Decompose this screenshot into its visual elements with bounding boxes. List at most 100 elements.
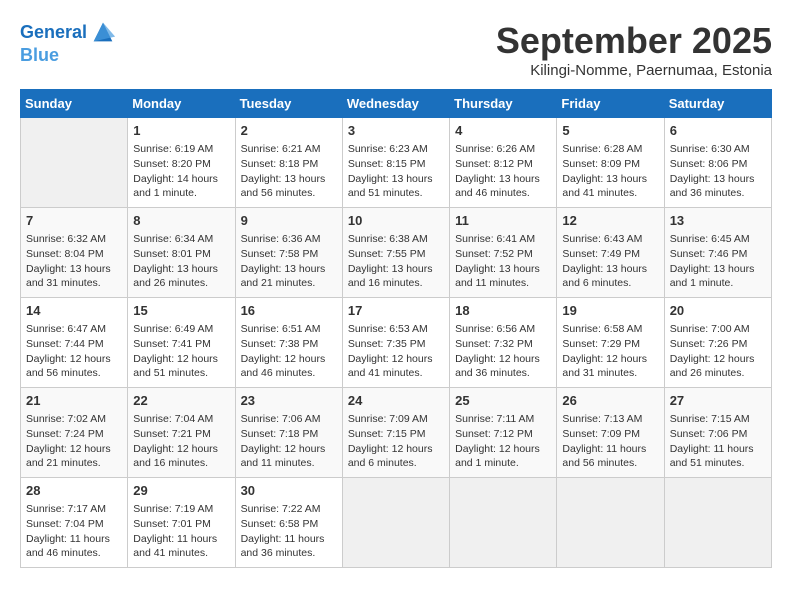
- calendar-cell: 18 Sunrise: 6:56 AM Sunset: 7:32 PM Dayli…: [450, 298, 557, 388]
- day-number: 23: [241, 392, 337, 410]
- day-number: 29: [133, 482, 229, 500]
- logo-text: General Blue: [20, 20, 117, 66]
- logo: General Blue: [20, 20, 117, 66]
- day-info: Sunrise: 7:02 AM Sunset: 7:24 PM Dayligh…: [26, 412, 122, 471]
- day-info: Sunrise: 6:51 AM Sunset: 7:38 PM Dayligh…: [241, 322, 337, 381]
- day-info: Sunrise: 7:09 AM Sunset: 7:15 PM Dayligh…: [348, 412, 444, 471]
- day-number: 16: [241, 302, 337, 320]
- week-row-1: 1 Sunrise: 6:19 AM Sunset: 8:20 PM Daylig…: [21, 118, 772, 208]
- calendar-cell: [664, 478, 771, 568]
- calendar-cell: 20 Sunrise: 7:00 AM Sunset: 7:26 PM Dayli…: [664, 298, 771, 388]
- day-info: Sunrise: 7:00 AM Sunset: 7:26 PM Dayligh…: [670, 322, 766, 381]
- calendar-cell: 26Sunrise: 7:13 AM Sunset: 7:09 PM Dayli…: [557, 388, 664, 478]
- day-number: 8: [133, 212, 229, 230]
- day-info: Sunrise: 7:13 AM Sunset: 7:09 PM Dayligh…: [562, 412, 658, 471]
- calendar-cell: 5 Sunrise: 6:28 AM Sunset: 8:09 PM Daylig…: [557, 118, 664, 208]
- calendar-cell: 27 Sunrise: 7:15 AM Sunset: 7:06 PM Dayli…: [664, 388, 771, 478]
- day-info: Sunrise: 6:34 AM Sunset: 8:01 PM Dayligh…: [133, 232, 229, 291]
- day-number: 3: [348, 122, 444, 140]
- week-row-4: 21 Sunrise: 7:02 AM Sunset: 7:24 PM Dayli…: [21, 388, 772, 478]
- header-day-sunday: Sunday: [21, 90, 128, 118]
- day-number: 27: [670, 392, 766, 410]
- calendar-cell: [342, 478, 449, 568]
- day-info: Sunrise: 7:06 AM Sunset: 7:18 PM Dayligh…: [241, 412, 337, 471]
- day-info: Sunrise: 6:30 AM Sunset: 8:06 PM Dayligh…: [670, 142, 766, 201]
- day-number: 21: [26, 392, 122, 410]
- calendar-cell: 9Sunrise: 6:36 AM Sunset: 7:58 PM Daylig…: [235, 208, 342, 298]
- day-number: 2: [241, 122, 337, 140]
- day-info: Sunrise: 7:15 AM Sunset: 7:06 PM Dayligh…: [670, 412, 766, 471]
- day-number: 18: [455, 302, 551, 320]
- day-info: Sunrise: 7:11 AM Sunset: 7:12 PM Dayligh…: [455, 412, 551, 471]
- day-number: 1: [133, 122, 229, 140]
- calendar-cell: 6Sunrise: 6:30 AM Sunset: 8:06 PM Daylig…: [664, 118, 771, 208]
- day-info: Sunrise: 6:26 AM Sunset: 8:12 PM Dayligh…: [455, 142, 551, 201]
- day-info: Sunrise: 6:43 AM Sunset: 7:49 PM Dayligh…: [562, 232, 658, 291]
- day-number: 15: [133, 302, 229, 320]
- day-info: Sunrise: 6:36 AM Sunset: 7:58 PM Dayligh…: [241, 232, 337, 291]
- day-number: 10: [348, 212, 444, 230]
- page-header: General Blue September 2025 Kilingi-Nomm…: [20, 20, 772, 79]
- day-info: Sunrise: 7:17 AM Sunset: 7:04 PM Dayligh…: [26, 502, 122, 561]
- calendar-cell: 15 Sunrise: 6:49 AM Sunset: 7:41 PM Dayli…: [128, 298, 235, 388]
- day-info: Sunrise: 6:41 AM Sunset: 7:52 PM Dayligh…: [455, 232, 551, 291]
- day-number: 19: [562, 302, 658, 320]
- day-info: Sunrise: 7:19 AM Sunset: 7:01 PM Dayligh…: [133, 502, 229, 561]
- calendar-table: SundayMondayTuesdayWednesdayThursdayFrid…: [20, 89, 772, 568]
- calendar-cell: 11 Sunrise: 6:41 AM Sunset: 7:52 PM Dayli…: [450, 208, 557, 298]
- day-number: 7: [26, 212, 122, 230]
- calendar-cell: 28 Sunrise: 7:17 AM Sunset: 7:04 PM Dayli…: [21, 478, 128, 568]
- calendar-cell: 2 Sunrise: 6:21 AM Sunset: 8:18 PM Daylig…: [235, 118, 342, 208]
- header-day-thursday: Thursday: [450, 90, 557, 118]
- location: Kilingi-Nomme, Paernumaa, Estonia: [496, 62, 772, 79]
- day-info: Sunrise: 6:32 AM Sunset: 8:04 PM Dayligh…: [26, 232, 122, 291]
- header-day-monday: Monday: [128, 90, 235, 118]
- calendar-cell: 25Sunrise: 7:11 AM Sunset: 7:12 PM Dayli…: [450, 388, 557, 478]
- day-info: Sunrise: 6:23 AM Sunset: 8:15 PM Dayligh…: [348, 142, 444, 201]
- calendar-cell: [21, 118, 128, 208]
- day-info: Sunrise: 6:49 AM Sunset: 7:41 PM Dayligh…: [133, 322, 229, 381]
- calendar-cell: 17 Sunrise: 6:53 AM Sunset: 7:35 PM Dayli…: [342, 298, 449, 388]
- header-row: SundayMondayTuesdayWednesdayThursdayFrid…: [21, 90, 772, 118]
- day-number: 11: [455, 212, 551, 230]
- day-number: 28: [26, 482, 122, 500]
- header-day-wednesday: Wednesday: [342, 90, 449, 118]
- calendar-cell: 7 Sunrise: 6:32 AM Sunset: 8:04 PM Daylig…: [21, 208, 128, 298]
- day-number: 14: [26, 302, 122, 320]
- day-info: Sunrise: 6:47 AM Sunset: 7:44 PM Dayligh…: [26, 322, 122, 381]
- day-info: Sunrise: 6:19 AM Sunset: 8:20 PM Dayligh…: [133, 142, 229, 201]
- day-number: 22: [133, 392, 229, 410]
- day-info: Sunrise: 6:21 AM Sunset: 8:18 PM Dayligh…: [241, 142, 337, 201]
- day-number: 30: [241, 482, 337, 500]
- day-number: 5: [562, 122, 658, 140]
- calendar-cell: 22Sunrise: 7:04 AM Sunset: 7:21 PM Dayli…: [128, 388, 235, 478]
- title-block: September 2025 Kilingi-Nomme, Paernumaa,…: [496, 20, 772, 79]
- day-info: Sunrise: 6:53 AM Sunset: 7:35 PM Dayligh…: [348, 322, 444, 381]
- calendar-cell: [450, 478, 557, 568]
- calendar-cell: 23 Sunrise: 7:06 AM Sunset: 7:18 PM Dayli…: [235, 388, 342, 478]
- day-number: 12: [562, 212, 658, 230]
- week-row-3: 14 Sunrise: 6:47 AM Sunset: 7:44 PM Dayli…: [21, 298, 772, 388]
- calendar-cell: 21 Sunrise: 7:02 AM Sunset: 7:24 PM Dayli…: [21, 388, 128, 478]
- day-info: Sunrise: 6:28 AM Sunset: 8:09 PM Dayligh…: [562, 142, 658, 201]
- day-number: 24: [348, 392, 444, 410]
- calendar-cell: 1 Sunrise: 6:19 AM Sunset: 8:20 PM Daylig…: [128, 118, 235, 208]
- day-number: 20: [670, 302, 766, 320]
- calendar-cell: 13Sunrise: 6:45 AM Sunset: 7:46 PM Dayli…: [664, 208, 771, 298]
- calendar-cell: 10Sunrise: 6:38 AM Sunset: 7:55 PM Dayli…: [342, 208, 449, 298]
- day-info: Sunrise: 6:45 AM Sunset: 7:46 PM Dayligh…: [670, 232, 766, 291]
- calendar-cell: 4Sunrise: 6:26 AM Sunset: 8:12 PM Daylig…: [450, 118, 557, 208]
- calendar-cell: 29 Sunrise: 7:19 AM Sunset: 7:01 PM Dayli…: [128, 478, 235, 568]
- calendar-cell: 8 Sunrise: 6:34 AM Sunset: 8:01 PM Daylig…: [128, 208, 235, 298]
- calendar-cell: 30 Sunrise: 7:22 AM Sunset: 6:58 PM Dayli…: [235, 478, 342, 568]
- day-number: 17: [348, 302, 444, 320]
- day-info: Sunrise: 6:56 AM Sunset: 7:32 PM Dayligh…: [455, 322, 551, 381]
- header-day-saturday: Saturday: [664, 90, 771, 118]
- day-info: Sunrise: 7:22 AM Sunset: 6:58 PM Dayligh…: [241, 502, 337, 561]
- day-info: Sunrise: 6:58 AM Sunset: 7:29 PM Dayligh…: [562, 322, 658, 381]
- calendar-cell: 3 Sunrise: 6:23 AM Sunset: 8:15 PM Daylig…: [342, 118, 449, 208]
- calendar-cell: 16 Sunrise: 6:51 AM Sunset: 7:38 PM Dayli…: [235, 298, 342, 388]
- header-day-friday: Friday: [557, 90, 664, 118]
- calendar-cell: 19 Sunrise: 6:58 AM Sunset: 7:29 PM Dayli…: [557, 298, 664, 388]
- header-day-tuesday: Tuesday: [235, 90, 342, 118]
